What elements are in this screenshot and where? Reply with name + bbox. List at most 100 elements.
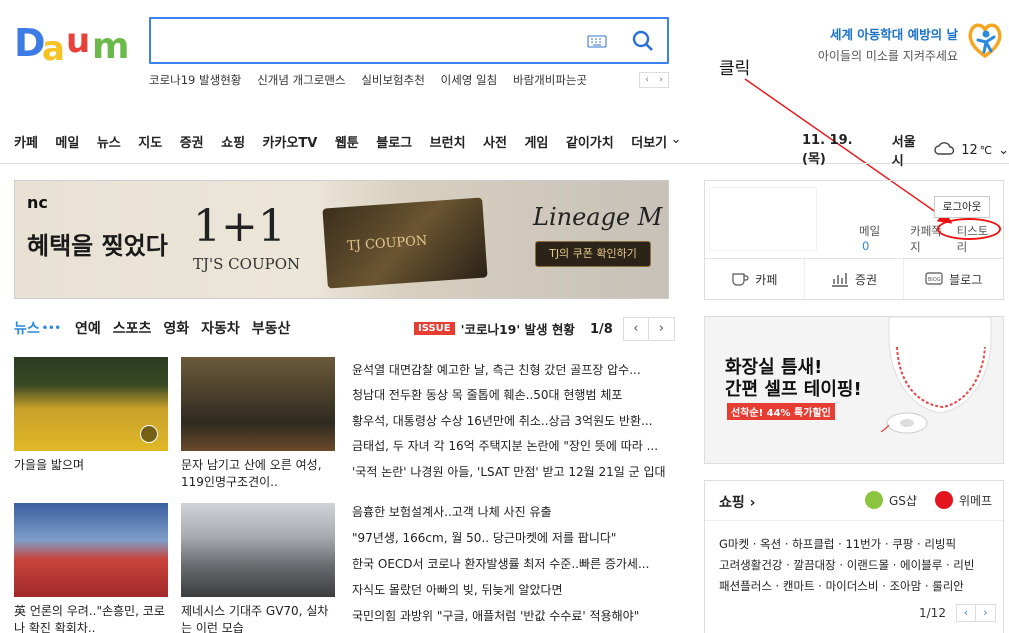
- service-stock[interactable]: 증권: [805, 259, 905, 299]
- news-thumb[interactable]: 가을을 밟으며: [14, 357, 168, 474]
- shopping-partners: GS샵 위메프: [865, 491, 992, 509]
- headline-item[interactable]: '국적 논란' 나경원 아들, 'LSAT 만점' 받고 12월 21일 군 입…: [352, 464, 670, 489]
- service-cafe[interactable]: 카페: [705, 259, 805, 299]
- headline-item[interactable]: 청남대 전두환 동상 목 줄톱에 훼손..50대 현행범 체포: [352, 387, 670, 412]
- chevron-down-icon[interactable]: ⌄: [671, 132, 682, 151]
- service-stock-label: 증권: [854, 272, 878, 287]
- headline-item[interactable]: 자식도 몰랐던 아빠의 빚, 뒤늦게 알았다면: [352, 582, 670, 608]
- trending-next-button[interactable]: ›: [654, 73, 668, 87]
- ad-banner-lineage[interactable]: nc 혜택을 찢었다 1+1 TJ'S COUPON TJ COUPON Lin…: [14, 180, 669, 299]
- service-blog[interactable]: BlOG 블로그: [904, 259, 1003, 299]
- headline-item[interactable]: 한국 OECD서 코로나 환자발생률 최저 수준..빠른 증가세...: [352, 556, 670, 582]
- nav-item-more[interactable]: 더보기: [631, 132, 667, 151]
- partner-gs[interactable]: GS샵: [889, 492, 917, 509]
- trending-item[interactable]: 실비보험추천: [361, 72, 424, 88]
- issue-next-button[interactable]: ›: [648, 317, 675, 341]
- nav-item-kakaotv[interactable]: 카카오TV: [263, 132, 318, 151]
- cafe-note-link[interactable]: 카페쪽지: [910, 223, 948, 255]
- logout-button[interactable]: 로그아웃: [934, 196, 990, 218]
- divider: [705, 520, 1003, 521]
- tab-dots: •••: [41, 322, 61, 334]
- shopping-prev-button[interactable]: ‹: [955, 604, 976, 622]
- nav-item-shopping[interactable]: 쇼핑: [221, 132, 245, 151]
- headline-item[interactable]: "97년생, 166cm, 월 50.. 당근마켓에 저를 팝니다": [352, 530, 670, 556]
- shopping-box: 쇼핑 › GS샵 위메프 G마켓 · 옥션 · 하프클럽 · 11번가 · 쿠팡…: [704, 480, 1004, 633]
- tab-movie[interactable]: 영화: [163, 318, 189, 338]
- weather-widget[interactable]: 11. 19. (목) 서울시 12 ℃ ⌄: [802, 131, 1009, 169]
- ad-banner-tape[interactable]: 화장실 틈새! 간편 셀프 테이핑! 선착순! 44% 특가할인: [704, 316, 1004, 464]
- trending-pager: ‹ ›: [639, 72, 669, 88]
- avatar[interactable]: [709, 187, 817, 251]
- ad-tape-line2: 간편 셀프 테이핑!: [725, 379, 862, 400]
- nav-item-stock[interactable]: 증권: [180, 132, 204, 151]
- nav-item-news[interactable]: 뉴스: [97, 132, 121, 151]
- tab-realestate[interactable]: 부동산: [252, 318, 291, 338]
- trending-item[interactable]: 바람개비파는곳: [513, 72, 587, 88]
- search-icon[interactable]: [631, 29, 655, 53]
- tistory-link[interactable]: 티스토리: [957, 223, 995, 255]
- weather-chevron-icon[interactable]: ⌄: [998, 143, 1009, 158]
- search-input[interactable]: [161, 27, 581, 55]
- nav-item-game[interactable]: 게임: [524, 132, 548, 151]
- ad-game-logo: Lineage M: [533, 203, 663, 231]
- news-thumb[interactable]: 문자 남기고 산에 오른 여성, 119인명구조견이..: [181, 357, 335, 491]
- temperature: 12: [961, 142, 978, 158]
- campaign-banner[interactable]: 세계 아동학대 예방의 날 아이들의 미소를 지켜주세요: [812, 24, 958, 64]
- news-thumb[interactable]: 英 언론의 우려.."손흥민, 코로나 확진 확회차..: [14, 503, 168, 633]
- trending-item[interactable]: 이세영 일침: [441, 72, 498, 88]
- shopping-links-row[interactable]: 고려생활건강 · 깔끔대장 · 이랜드몰 · 에이블루 · 리빈: [719, 555, 999, 576]
- trending-item[interactable]: 코로나19 발생현황: [149, 72, 241, 88]
- chart-icon: [831, 271, 849, 287]
- issue-link[interactable]: ISSUE '코로나19' 발생 현황: [414, 319, 575, 338]
- shopping-title[interactable]: 쇼핑 ›: [719, 492, 755, 512]
- nav-item-cafe[interactable]: 카페: [14, 132, 38, 151]
- nav-item-map[interactable]: 지도: [138, 132, 162, 151]
- ad-offer-sub: TJ'S COUPON: [193, 255, 301, 273]
- shopping-next-button[interactable]: ›: [975, 604, 996, 622]
- nav-item-together[interactable]: 같이가치: [566, 132, 614, 151]
- nav-item-dictionary[interactable]: 사전: [483, 132, 507, 151]
- news-thumb-caption: 문자 남기고 산에 오른 여성, 119인명구조견이..: [181, 458, 322, 489]
- mail-link[interactable]: 메일0: [859, 223, 902, 255]
- nav-item-mail[interactable]: 메일: [55, 132, 79, 151]
- heart-person-icon[interactable]: [966, 20, 1004, 62]
- login-box: 로그아웃 메일0 카페쪽지 티스토리 카페 증권 BlOG 블로그: [704, 180, 1004, 300]
- main-nav: 카페 메일 뉴스 지도 증권 쇼핑 카카오TV 웹툰 블로그 브런치 사전 게임…: [0, 120, 1009, 169]
- tab-sports[interactable]: 스포츠: [113, 318, 152, 338]
- headline-item[interactable]: 윤석열 대면감찰 예고한 날, 측근 친형 갔던 골프장 압수...: [352, 362, 670, 387]
- headline-item[interactable]: 황우석, 대통령상 수상 16년만에 취소..상금 3억원도 반환...: [352, 413, 670, 438]
- news-thumb-caption: 英 언론의 우려.."손흥민, 코로나 확진 확회차..: [14, 604, 165, 633]
- issue-prev-button[interactable]: ‹: [622, 317, 649, 341]
- news-thumb[interactable]: 제네시스 기대주 GV70, 실차는 이런 모습: [181, 503, 335, 633]
- daum-logo[interactable]: D a u m: [14, 21, 132, 69]
- shopping-links-row[interactable]: G마켓 · 옥션 · 하프클럽 · 11번가 · 쿠팡 · 리빙픽: [719, 534, 999, 555]
- nav-item-brunch[interactable]: 브런치: [430, 132, 466, 151]
- trending-item[interactable]: 신개념 개그로맨스: [257, 72, 345, 88]
- keyboard-icon[interactable]: [587, 33, 607, 49]
- headline-item[interactable]: 음흉한 보험설계사..고객 나체 사진 유출: [352, 504, 670, 530]
- nav-items: 카페 메일 뉴스 지도 증권 쇼핑 카카오TV 웹툰 블로그 브런치 사전 게임…: [14, 132, 699, 151]
- issue-text: '코로나19' 발생 현황: [460, 322, 575, 337]
- campaign-subtitle: 아이들의 미소를 지켜주세요: [817, 49, 958, 63]
- headline-item[interactable]: 국민의힘 과방위 "구글, 애플처럼 '반값 수수료' 적용해야": [352, 608, 670, 633]
- shopping-links-row[interactable]: 패션플러스 · 캔마트 · 마이더스비 · 조아맘 · 룰리안: [719, 576, 999, 597]
- news-thumb-image: [14, 503, 168, 597]
- gs-shop-icon: [865, 491, 883, 509]
- partner-wemakeprice[interactable]: 위메프: [959, 492, 992, 509]
- ad-tape-sale: 선착순! 44% 특가할인: [727, 403, 835, 420]
- wemakeprice-icon: [934, 491, 953, 509]
- nav-item-blog[interactable]: 블로그: [376, 132, 412, 151]
- headline-list-2: 음흉한 보험설계사..고객 나체 사진 유출 "97년생, 166cm, 월 5…: [352, 504, 670, 633]
- ad-cta-button[interactable]: TJ의 쿠폰 확인하기: [535, 241, 651, 267]
- service-blog-label: 블로그: [949, 272, 983, 287]
- campaign-title: 세계 아동학대 예방의 날: [829, 27, 958, 42]
- svg-text:u: u: [66, 22, 90, 61]
- tab-news[interactable]: 뉴스: [14, 318, 40, 338]
- trending-prev-button[interactable]: ‹: [640, 73, 654, 87]
- shopping-page-count: 1/12: [919, 606, 946, 620]
- headline-item[interactable]: 금태섭, 두 자녀 각 16억 주택지분 논란에 "장인 뜻에 따라 ...: [352, 438, 670, 463]
- nav-item-webtoon[interactable]: 웹툰: [335, 132, 359, 151]
- tab-entertainment[interactable]: 연예: [75, 318, 101, 338]
- tab-auto[interactable]: 자동차: [201, 318, 240, 338]
- news-thumb-image: [181, 357, 335, 451]
